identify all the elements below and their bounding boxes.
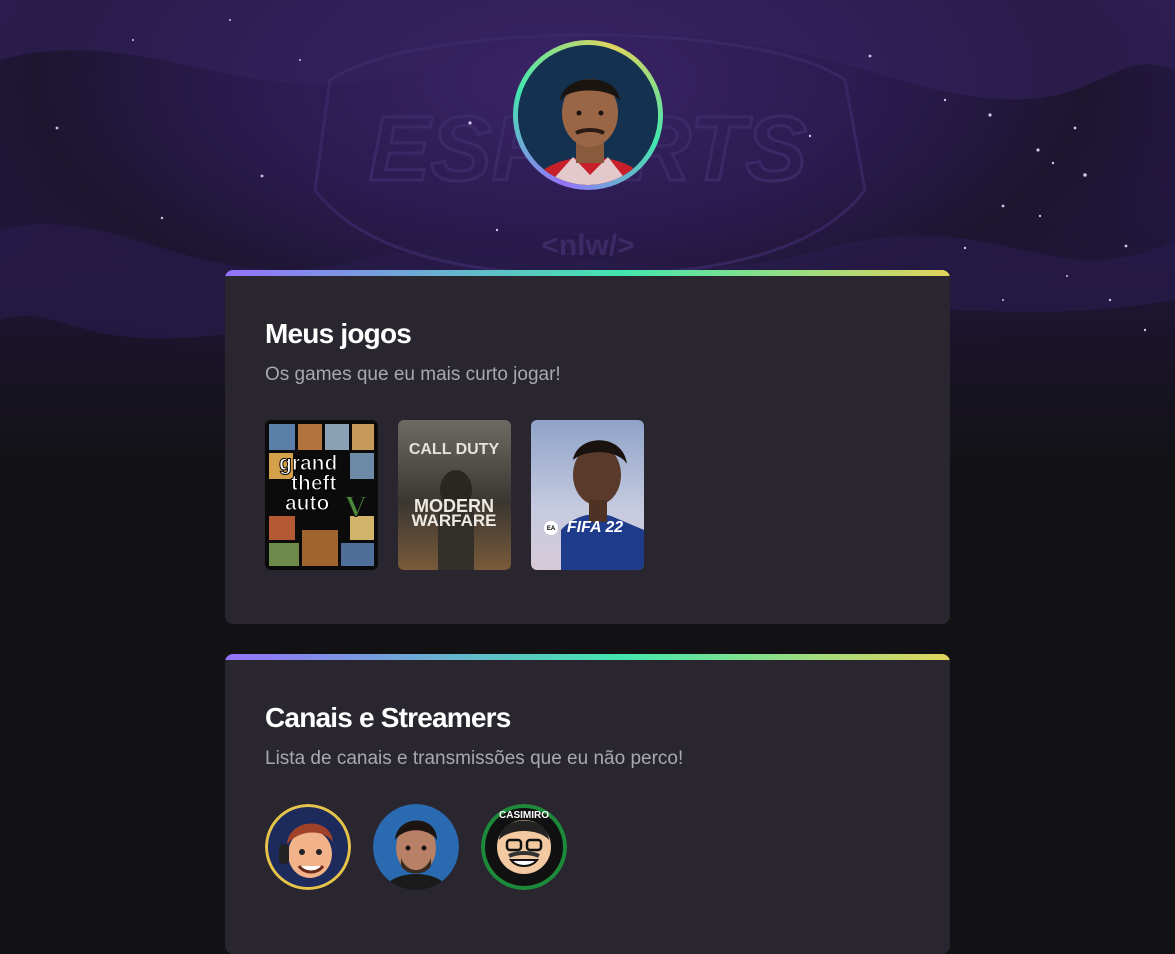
streamer-avatar-2[interactable] xyxy=(373,804,459,890)
streamers-list: CASIMIRO xyxy=(265,804,910,890)
games-card: Meus jogos Os games que eu mais curto jo… xyxy=(225,270,950,624)
streamers-card: Canais e Streamers Lista de canais e tra… xyxy=(225,654,950,954)
streamer-avatar-casimiro[interactable]: CASIMIRO xyxy=(481,804,567,890)
svg-text:WARFARE: WARFARE xyxy=(412,511,497,530)
profile-avatar-ring xyxy=(513,40,663,190)
game-cover-gta-v[interactable]: grand theft auto V xyxy=(265,420,378,570)
svg-text:V: V xyxy=(345,490,367,523)
game-cover-fifa-22[interactable]: EA FIFA 22 xyxy=(531,420,644,570)
games-list: grand theft auto V CALL DUTY MODERN WARF… xyxy=(265,420,910,570)
nlw-tag: <nlw/> xyxy=(541,229,634,262)
casimiro-ring-text: CASIMIRO xyxy=(499,810,549,821)
streamers-subtitle: Lista de canais e transmissões que eu nã… xyxy=(265,748,684,769)
profile-photo xyxy=(518,45,658,185)
svg-text:CALL DUTY: CALL DUTY xyxy=(409,441,500,458)
streamer-avatar-1[interactable] xyxy=(265,804,351,890)
game-cover-cod-mw[interactable]: CALL DUTY MODERN WARFARE xyxy=(398,420,511,570)
games-subtitle: Os games que eu mais curto jogar! xyxy=(265,364,561,385)
svg-text:FIFA 22: FIFA 22 xyxy=(567,519,623,536)
svg-text:EA: EA xyxy=(547,526,556,532)
profile-avatar xyxy=(518,45,658,185)
svg-text:auto: auto xyxy=(285,492,329,515)
streamers-title: Canais e Streamers xyxy=(265,702,511,733)
games-title: Meus jogos xyxy=(265,318,412,349)
